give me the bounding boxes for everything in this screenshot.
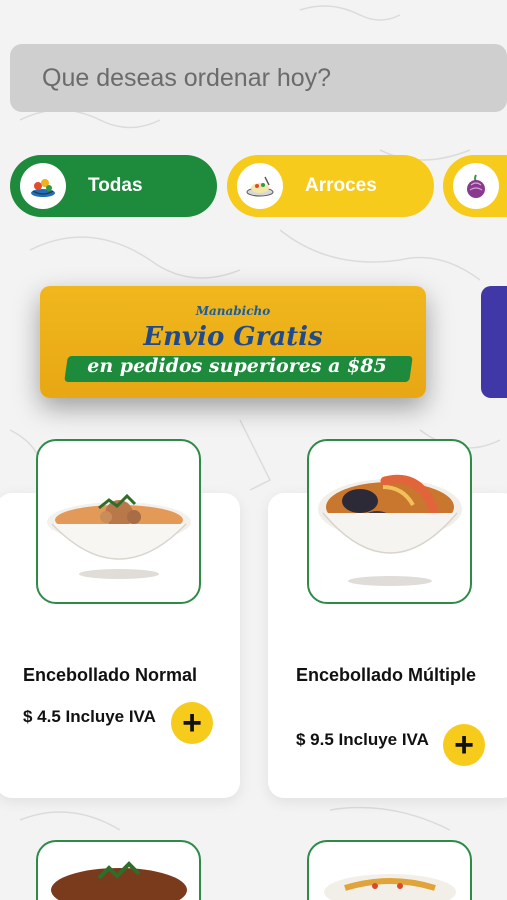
- add-to-cart-button[interactable]: +: [171, 702, 213, 744]
- banner-subline: en pedidos superiores a $85: [87, 355, 387, 377]
- plus-icon: +: [454, 726, 474, 764]
- add-to-cart-button[interactable]: +: [443, 724, 485, 766]
- category-label: Todas: [88, 175, 143, 196]
- product-name: Encebollado Múltiple: [296, 665, 477, 685]
- onion-icon: [453, 163, 499, 209]
- product-price: $ 9.5 Incluye IVA: [296, 730, 429, 749]
- rice-dish-icon: [237, 163, 283, 209]
- promo-banner-next[interactable]: [481, 286, 507, 398]
- search-input[interactable]: Que deseas ordenar hoy?: [10, 44, 507, 112]
- seafood-platter-icon: [20, 163, 66, 209]
- search-placeholder: Que deseas ordenar hoy?: [42, 63, 332, 92]
- product-image-partial[interactable]: [36, 840, 201, 900]
- promo-banner[interactable]: Manabicho Envio Gratis en pedidos superi…: [40, 286, 426, 398]
- product-price: $ 4.5 Incluye IVA: [23, 707, 156, 726]
- product-name: Encebollado Normal: [23, 665, 198, 685]
- category-chip-todas[interactable]: Todas: [10, 155, 217, 217]
- banner-brand-logo: Manabicho: [195, 304, 271, 318]
- category-chip-arroces[interactable]: Arroces: [227, 155, 434, 217]
- plus-icon: +: [182, 704, 202, 742]
- product-image-partial[interactable]: [307, 840, 472, 900]
- product-image-fish-soup-bowl[interactable]: [36, 439, 201, 604]
- category-label: Arroces: [305, 175, 377, 196]
- category-chip-onion[interactable]: [443, 155, 507, 217]
- product-image-seafood-soup-bowl[interactable]: [307, 439, 472, 604]
- category-list: Todas Arroces: [10, 155, 507, 217]
- banner-headline: Envio Gratis: [143, 322, 323, 352]
